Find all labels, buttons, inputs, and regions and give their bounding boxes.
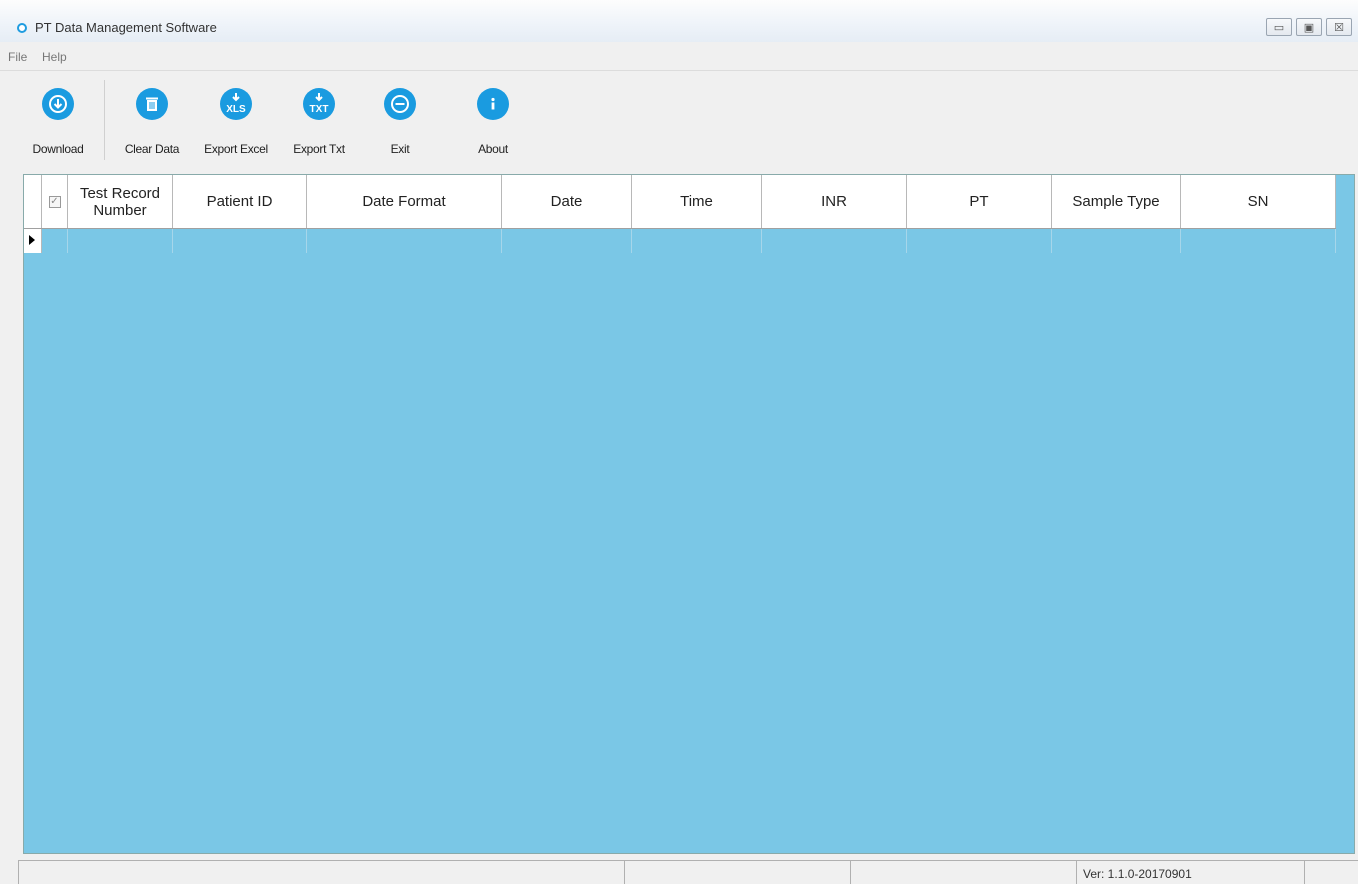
clear-data-label: Clear Data [124, 142, 180, 156]
row-checkbox-cell[interactable] [42, 229, 68, 253]
minimize-button[interactable]: ▭ [1266, 18, 1292, 36]
cell-sample-type[interactable] [1052, 229, 1181, 253]
svg-text:XLS: XLS [226, 104, 246, 115]
download-icon [42, 88, 74, 120]
cell-patient-id[interactable] [173, 229, 307, 253]
download-button[interactable]: Download [24, 88, 92, 156]
menu-file[interactable]: File [8, 50, 27, 64]
cell-sn[interactable] [1181, 229, 1336, 253]
about-label: About [478, 142, 508, 156]
info-icon [477, 88, 509, 120]
app-window: PT Data Management Software ▭ ▣ ☒ File H… [0, 0, 1358, 884]
clear-data-button[interactable]: Clear Data [116, 88, 188, 156]
col-pt[interactable]: PT [907, 175, 1052, 228]
close-button[interactable]: ☒ [1326, 18, 1352, 36]
col-patient-id[interactable]: Patient ID [173, 175, 307, 228]
cell-pt[interactable] [907, 229, 1052, 253]
col-date-format[interactable]: Date Format [307, 175, 502, 228]
cell-date-format[interactable] [307, 229, 502, 253]
select-all-cell[interactable]: ✓ [42, 175, 68, 228]
menu-help[interactable]: Help [42, 50, 67, 64]
export-excel-button[interactable]: XLS Export Excel [193, 88, 279, 156]
row-header-corner [24, 175, 42, 228]
xls-icon: XLS [220, 88, 252, 120]
col-sample-type[interactable]: Sample Type [1052, 175, 1181, 228]
version-label: Ver: 1.1.0-20170901 [1076, 860, 1304, 884]
window-controls: ▭ ▣ ☒ [1266, 18, 1352, 36]
window-title: PT Data Management Software [35, 20, 217, 35]
maximize-button[interactable]: ▣ [1296, 18, 1322, 36]
exit-label: Exit [390, 142, 410, 156]
cell-date[interactable] [502, 229, 632, 253]
exit-icon [384, 88, 416, 120]
col-sn[interactable]: SN [1181, 175, 1336, 228]
select-all-checkbox[interactable]: ✓ [48, 195, 61, 208]
col-time[interactable]: Time [632, 175, 762, 228]
about-button[interactable]: About [468, 88, 518, 156]
export-txt-button[interactable]: TXT Export Txt [288, 88, 350, 156]
cell-time[interactable] [632, 229, 762, 253]
menu-bar [0, 42, 1358, 70]
trash-icon [136, 88, 168, 120]
col-date[interactable]: Date [502, 175, 632, 228]
txt-icon: TXT [303, 88, 335, 120]
status-panel-1 [18, 860, 624, 884]
table-row[interactable] [24, 229, 1336, 253]
grid-header: ✓ Test Record Number Patient ID Date For… [24, 175, 1336, 229]
exit-button[interactable]: Exit [380, 88, 420, 156]
status-panel-3 [850, 860, 1076, 884]
app-icon [17, 23, 27, 33]
export-txt-label: Export Txt [293, 142, 345, 156]
svg-text:TXT: TXT [310, 104, 329, 115]
col-inr[interactable]: INR [762, 175, 907, 228]
download-label: Download [32, 142, 84, 156]
data-grid[interactable]: ✓ Test Record Number Patient ID Date For… [23, 174, 1355, 854]
export-excel-label: Export Excel [204, 142, 268, 156]
col-test-record-number[interactable]: Test Record Number [68, 175, 173, 228]
status-panel-2 [624, 860, 850, 884]
cell-inr[interactable] [762, 229, 907, 253]
cell-test-record-number[interactable] [68, 229, 173, 253]
title-bar: PT Data Management Software ▭ ▣ ☒ [0, 0, 1358, 42]
status-panel-5 [1304, 860, 1358, 884]
toolbar-separator [104, 80, 105, 160]
status-bar: Ver: 1.1.0-20170901 [0, 856, 1358, 884]
